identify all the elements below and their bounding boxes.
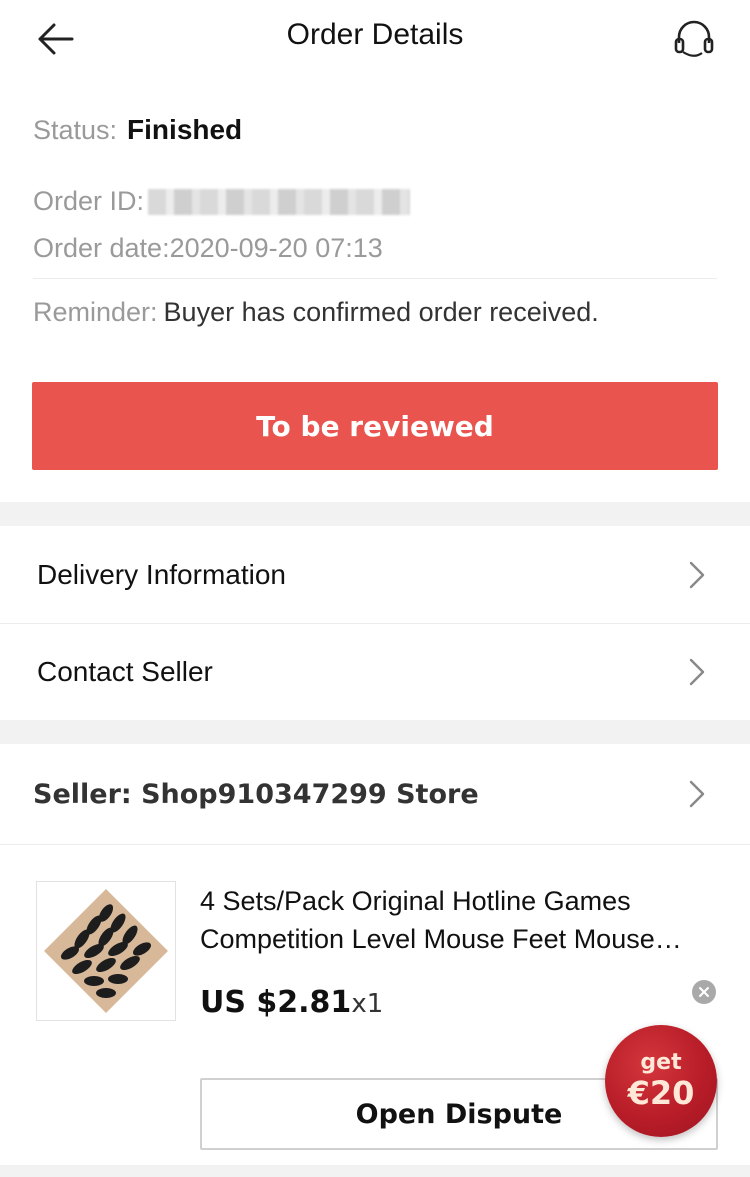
close-promo-button[interactable] (692, 980, 716, 1004)
seller-row[interactable]: Seller: Shop910347299 Store (0, 744, 750, 844)
delivery-information-row[interactable]: Delivery Information (0, 526, 750, 623)
chevron-right-icon (689, 658, 705, 686)
status-value: Finished (127, 114, 243, 145)
order-date-value: 2020-09-20 07:13 (169, 233, 383, 263)
section-gap (0, 1165, 750, 1177)
page-title: Order Details (286, 18, 464, 51)
product-image[interactable] (36, 881, 176, 1021)
seller-name: Seller: Shop910347299 Store (33, 778, 479, 810)
order-date-label: Order date: (33, 233, 170, 263)
to-be-reviewed-button[interactable]: To be reviewed (32, 382, 718, 470)
promo-amount: €20 (627, 1074, 695, 1112)
reminder: Reminder: Buyer has confirmed order recei… (33, 297, 599, 328)
section-gap (0, 720, 750, 744)
price-row: US $2.81x1 (200, 985, 383, 1020)
delivery-information-label: Delivery Information (37, 558, 286, 590)
chevron-right-icon (689, 780, 705, 808)
reminder-text: Buyer has confirmed order received. (163, 297, 599, 327)
contact-seller-label: Contact Seller (37, 656, 213, 687)
reminder-label: Reminder: (33, 297, 158, 327)
promo-get-label: get (640, 1050, 682, 1075)
mouse-feet-product-image (38, 883, 174, 1019)
coupon-promo-badge[interactable]: get €20 (605, 1025, 717, 1137)
divider (0, 844, 750, 845)
product-quantity: x1 (351, 989, 384, 1019)
section-gap (0, 502, 750, 526)
chevron-right-icon (689, 561, 705, 588)
status-label: Status: (33, 115, 118, 145)
product-price: US $2.81 (200, 985, 352, 1020)
divider (33, 278, 717, 279)
order-date: Order date:2020-09-20 07:13 (33, 233, 383, 264)
order-id: Order ID: (33, 186, 411, 217)
product-title[interactable]: 4 Sets/Pack Original Hotline Games Compe… (200, 882, 720, 958)
order-id-redacted (148, 188, 411, 215)
order-status: Status: Finished (33, 114, 242, 146)
contact-seller-row[interactable]: Contact Seller (0, 624, 750, 720)
headset-icon (674, 20, 714, 57)
close-icon (699, 987, 709, 997)
customer-service-button[interactable] (668, 14, 720, 64)
top-bar: Order Details (0, 0, 750, 80)
order-id-label: Order ID: (33, 186, 145, 216)
